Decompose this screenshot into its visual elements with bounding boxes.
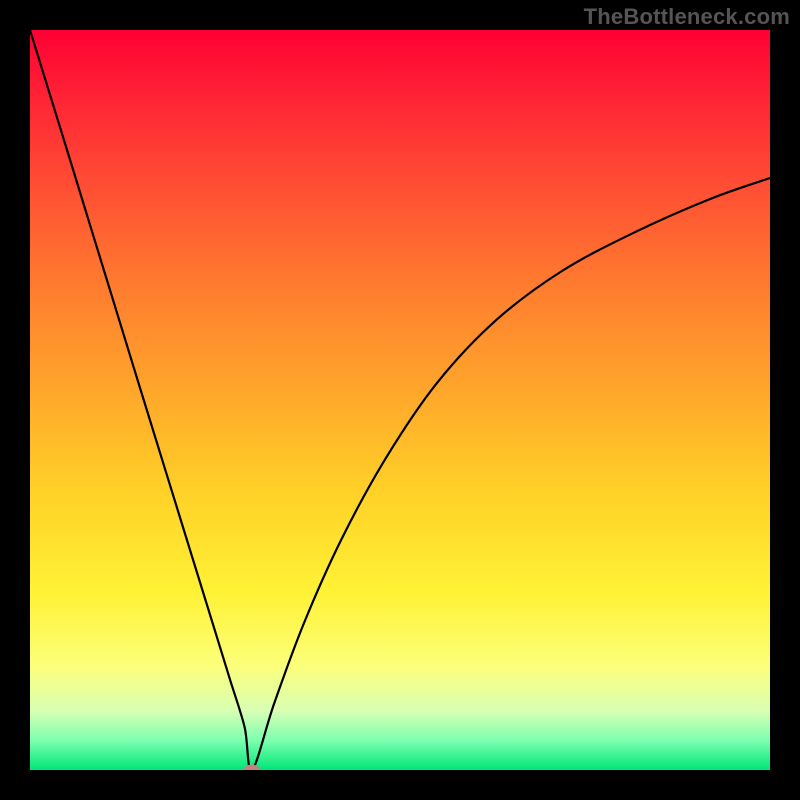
chart-frame: TheBottleneck.com — [0, 0, 800, 800]
bottleneck-curve — [30, 30, 770, 770]
optimum-marker — [244, 765, 260, 771]
watermark-text: TheBottleneck.com — [584, 4, 790, 30]
curve-path — [30, 30, 770, 770]
plot-area — [30, 30, 770, 770]
